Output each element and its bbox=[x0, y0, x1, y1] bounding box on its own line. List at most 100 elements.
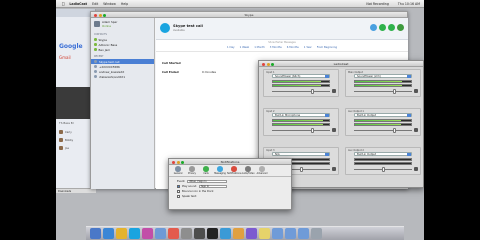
notes-icon[interactable] bbox=[259, 228, 270, 239]
volume-slider[interactable] bbox=[272, 128, 330, 133]
music-icon[interactable] bbox=[246, 228, 257, 239]
event-select[interactable]: When I Sign In bbox=[187, 179, 228, 184]
ladiocast-icon[interactable] bbox=[194, 228, 205, 239]
speaker-icon[interactable] bbox=[332, 89, 336, 93]
pref-tab-advanced[interactable]: Advanced bbox=[256, 166, 268, 175]
speaker-icon[interactable] bbox=[414, 89, 418, 93]
contact-item[interactable]: Ben Jam bbox=[91, 47, 154, 52]
call-button[interactable] bbox=[388, 24, 395, 31]
slider-knob[interactable] bbox=[311, 128, 315, 133]
zoom-button[interactable] bbox=[271, 62, 274, 66]
slider-knob[interactable] bbox=[311, 89, 315, 94]
pref-tab-general[interactable]: General bbox=[172, 166, 184, 175]
folder-icon[interactable] bbox=[298, 228, 309, 239]
chat-row[interactable]: Bobby bbox=[59, 137, 89, 143]
minimize-button[interactable] bbox=[98, 13, 102, 17]
add-contact-button[interactable] bbox=[370, 24, 377, 31]
appstore-icon[interactable] bbox=[103, 228, 114, 239]
close-button[interactable] bbox=[262, 62, 265, 66]
video-call-button[interactable] bbox=[379, 24, 386, 31]
device-select[interactable]: Built-in Output bbox=[354, 113, 412, 117]
my-profile[interactable]: Adam Sper Online bbox=[91, 18, 154, 30]
close-button[interactable] bbox=[94, 13, 97, 17]
speaker-icon[interactable] bbox=[332, 167, 336, 171]
slider-knob[interactable] bbox=[393, 128, 397, 133]
trash-icon[interactable] bbox=[311, 228, 322, 239]
skype-call-icon bbox=[160, 23, 170, 33]
filter-1-year[interactable]: 1 Year bbox=[304, 46, 312, 49]
ladiocast-title: LadioCast bbox=[333, 62, 349, 66]
folder-icon[interactable] bbox=[272, 228, 283, 239]
calendar-icon[interactable] bbox=[168, 228, 179, 239]
device-select[interactable]: Soundflower (2ch) bbox=[354, 74, 412, 78]
pref-tab-label: Notifications bbox=[227, 172, 241, 175]
sound-select[interactable]: Sign In bbox=[198, 184, 227, 189]
itunes-icon[interactable] bbox=[142, 228, 153, 239]
volume-slider[interactable] bbox=[354, 89, 412, 94]
dock bbox=[86, 226, 404, 240]
filter-beginning[interactable]: From Beginning bbox=[317, 46, 337, 49]
zoom-button[interactable] bbox=[103, 13, 106, 17]
recent-item[interactable]: ctakanishi/andXX1 bbox=[91, 74, 154, 79]
menu-app-name[interactable]: LadioCast bbox=[69, 2, 87, 6]
filter-3-months[interactable]: 3 Months bbox=[270, 46, 282, 49]
menu-window[interactable]: Window bbox=[103, 2, 116, 6]
folder-icon[interactable] bbox=[285, 228, 296, 239]
filter-1-day[interactable]: 1 Day bbox=[227, 46, 235, 49]
safari-icon[interactable] bbox=[220, 228, 231, 239]
play-sound-checkbox[interactable] bbox=[177, 185, 180, 188]
chat-row[interactable]: Joe bbox=[59, 145, 89, 151]
settings-icon[interactable] bbox=[181, 228, 192, 239]
filter-6-months[interactable]: 6 Months bbox=[287, 46, 299, 49]
slider-knob[interactable] bbox=[381, 167, 385, 172]
speak-text-checkbox[interactable] bbox=[177, 195, 180, 198]
level-meter bbox=[354, 123, 412, 126]
apple-icon[interactable]:  bbox=[62, 1, 64, 6]
bounce-checkbox[interactable] bbox=[177, 190, 180, 193]
slider-knob[interactable] bbox=[393, 89, 397, 94]
pref-tab-notifications[interactable]: Notifications bbox=[227, 166, 241, 175]
volume-slider[interactable] bbox=[272, 89, 330, 94]
ladiocast-titlebar[interactable]: LadioCast bbox=[259, 61, 423, 67]
close-button[interactable] bbox=[172, 160, 175, 164]
minimize-button[interactable] bbox=[266, 62, 270, 66]
avatar bbox=[59, 130, 63, 134]
menu-help[interactable]: Help bbox=[121, 2, 128, 6]
clock[interactable]: Thu 10:16 AM bbox=[398, 2, 420, 6]
more-button[interactable] bbox=[397, 24, 404, 31]
filter-1-week[interactable]: 1 Week bbox=[240, 46, 250, 49]
device-select[interactable]: Soundflower (64ch) bbox=[272, 74, 330, 78]
window-controls bbox=[94, 13, 106, 17]
recording-status[interactable]: Not Recording bbox=[366, 2, 389, 6]
level-meter bbox=[272, 84, 330, 87]
finder-icon[interactable] bbox=[90, 228, 101, 239]
gmail-label[interactable]: Gmail bbox=[59, 55, 71, 60]
pref-tab-calls[interactable]: Calls bbox=[200, 166, 212, 175]
mail-icon[interactable] bbox=[155, 228, 166, 239]
device-select[interactable]: Built-in Microphone bbox=[272, 113, 330, 117]
minimize-button[interactable] bbox=[176, 160, 180, 164]
speaker-icon[interactable] bbox=[414, 128, 418, 132]
speaker-icon[interactable] bbox=[414, 167, 418, 171]
slider-knob[interactable] bbox=[299, 167, 303, 172]
device-select[interactable]: N/A bbox=[272, 152, 330, 156]
menu-edit[interactable]: Edit bbox=[92, 2, 98, 6]
pref-tab-privacy[interactable]: Privacy bbox=[186, 166, 198, 175]
pref-tab-messaging[interactable]: Messaging bbox=[214, 166, 226, 175]
photos-icon[interactable] bbox=[233, 228, 244, 239]
speaker-icon[interactable] bbox=[332, 128, 336, 132]
conversation-title[interactable]: Skype test call bbox=[173, 24, 203, 28]
volume-slider[interactable] bbox=[354, 128, 412, 133]
pref-tab-audio-video[interactable]: Audio/Video bbox=[241, 166, 255, 175]
filter-1-month[interactable]: 1 Month bbox=[254, 46, 265, 49]
zoom-button[interactable] bbox=[181, 160, 184, 164]
messaging-icon bbox=[217, 166, 223, 172]
preferences-titlebar[interactable]: Notifications bbox=[169, 159, 291, 165]
online-icon bbox=[94, 38, 97, 41]
device-select[interactable]: Built-in Output bbox=[354, 152, 412, 156]
chat-row[interactable]: Carly bbox=[59, 129, 89, 135]
chrome-icon[interactable] bbox=[116, 228, 127, 239]
terminal-icon[interactable] bbox=[207, 228, 218, 239]
skype-icon[interactable] bbox=[129, 228, 140, 239]
volume-slider[interactable] bbox=[354, 167, 412, 172]
